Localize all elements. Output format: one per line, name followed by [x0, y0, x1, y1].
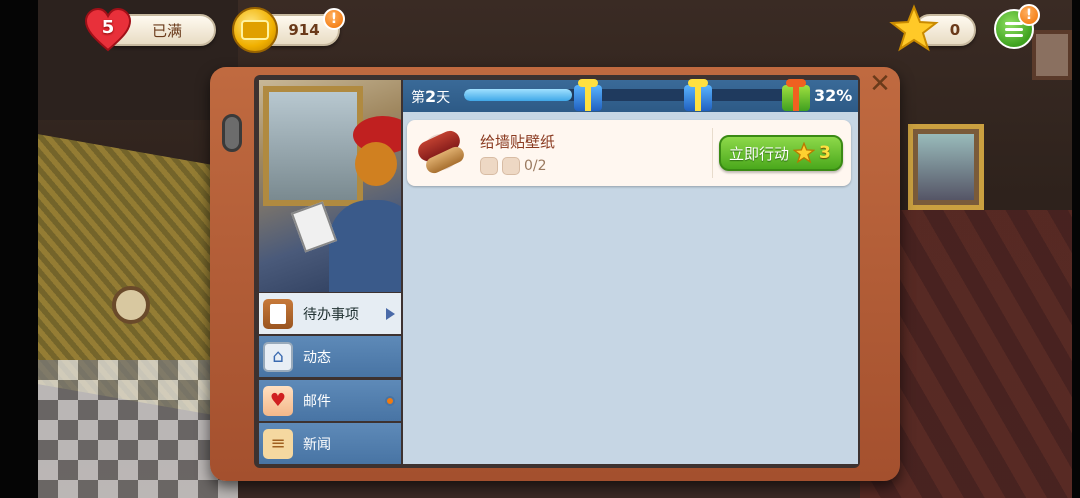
mail-icon: ♥	[263, 385, 293, 416]
background-clock	[112, 286, 150, 324]
day-progress-fill	[464, 89, 573, 101]
gift-box-icon[interactable]	[782, 79, 810, 111]
dialog-clip	[222, 114, 242, 152]
background-checkered-floor	[38, 360, 238, 498]
task-progress: 0/2	[480, 157, 547, 175]
day-number: 2	[425, 87, 437, 106]
coin-value: 914	[288, 21, 320, 39]
portrait-painting	[263, 86, 363, 206]
task-divider	[712, 128, 713, 178]
screen-edge-right	[1072, 0, 1080, 498]
clipboard-icon	[263, 298, 293, 329]
side-tab-label: 动态	[303, 349, 331, 366]
coin-icon	[232, 7, 278, 53]
act-now-button[interactable]: 立即行动 3	[719, 135, 843, 171]
background-frame	[1032, 30, 1072, 80]
lives-count: 5	[101, 17, 115, 38]
newspaper-icon: ≡	[263, 428, 293, 459]
progress-slot	[480, 157, 498, 175]
notification-dot	[385, 395, 395, 406]
character-portrait	[259, 80, 401, 292]
star-icon	[793, 142, 816, 164]
side-tab-news[interactable]: ≡ 新闻	[259, 423, 401, 464]
star-value: 0	[949, 21, 961, 39]
task-title: 给墙贴壁纸	[480, 133, 556, 151]
day-progress-bar	[464, 89, 802, 101]
wallpaper-roll-icon	[413, 124, 469, 180]
side-tab-mail[interactable]: ♥ 邮件	[259, 380, 401, 421]
side-tab-label: 新闻	[303, 436, 331, 453]
act-now-label: 立即行动	[729, 144, 790, 163]
gift-box-icon[interactable]	[684, 79, 712, 111]
progress-slot	[502, 157, 520, 175]
side-tab-feed[interactable]: ⌂ 动态	[259, 336, 401, 377]
day-label: 第2天	[411, 87, 451, 106]
menu-alert-badge: !	[1018, 4, 1040, 26]
side-tab-label: 待办事项	[303, 306, 359, 323]
chevron-right-icon	[386, 307, 395, 320]
gift-box-icon[interactable]	[574, 79, 602, 111]
portrait-hair	[355, 142, 397, 186]
lives-status: 已满	[151, 21, 182, 40]
task-progress-count: 0/2	[524, 158, 547, 174]
star-icon	[889, 4, 939, 52]
portrait-character	[329, 200, 401, 292]
news-feed-icon: ⌂	[263, 341, 293, 372]
close-icon[interactable]: ✕	[868, 71, 892, 97]
coin-alert-badge: !	[323, 8, 345, 30]
background-painting	[908, 124, 984, 210]
reward-stars: 3	[819, 143, 831, 163]
side-tab-label: 邮件	[303, 393, 331, 410]
progress-percent: 32%	[814, 86, 853, 105]
screen-edge-left	[0, 0, 38, 498]
side-tab-todo[interactable]: 待办事项	[259, 293, 401, 334]
